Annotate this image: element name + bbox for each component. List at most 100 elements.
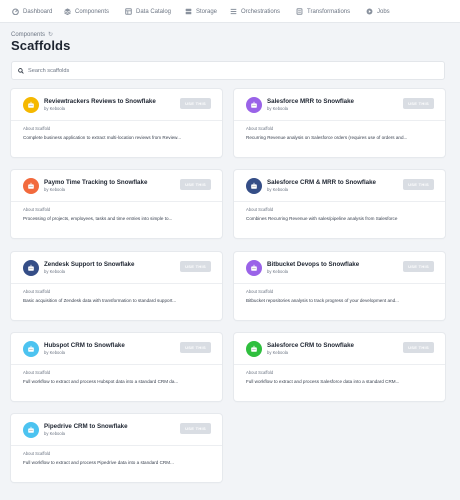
nav-item-transformations[interactable]: Transformations <box>296 0 350 23</box>
use-this-button[interactable]: USE THIS <box>403 98 434 109</box>
use-this-button[interactable]: USE THIS <box>403 342 434 353</box>
divider <box>11 201 222 202</box>
about-scaffold-label: About Scaffold <box>246 370 274 375</box>
use-this-button[interactable]: USE THIS <box>180 261 211 272</box>
scaffold-author: by Keboola <box>44 106 65 111</box>
nav-item-dashboard[interactable]: Dashboard <box>12 0 52 23</box>
dashboard-icon <box>12 8 19 15</box>
scaffold-description: Full workflow to extract and process Pip… <box>23 460 174 465</box>
scaffold-author: by Keboola <box>44 431 65 436</box>
scaffold-author: by Keboola <box>267 106 288 111</box>
robot-icon <box>28 345 34 352</box>
scaffold-logo <box>23 178 39 194</box>
robot-icon <box>28 264 34 271</box>
data-catalog-icon <box>125 8 132 15</box>
storage-icon <box>185 8 192 15</box>
scaffold-title: Salesforce MRR to Snowflake <box>267 98 354 105</box>
scaffold-description: Basic acquisition of Zendesk data with t… <box>23 298 177 303</box>
about-scaffold-label: About Scaffold <box>23 370 51 375</box>
scaffold-logo <box>246 341 262 357</box>
transformations-icon <box>296 8 303 15</box>
about-scaffold-label: About Scaffold <box>23 126 51 131</box>
refresh-icon[interactable]: ↻ <box>48 31 53 38</box>
scaffold-title: Bitbucket Devops to Snowflake <box>267 261 360 268</box>
scaffold-author: by Keboola <box>267 269 288 274</box>
scaffold-author: by Keboola <box>44 350 65 355</box>
scaffold-title: Reviewtrackers Reviews to Snowflake <box>44 98 156 105</box>
search-icon <box>18 67 24 74</box>
about-scaffold-label: About Scaffold <box>23 289 51 294</box>
top-navigation: Dashboard Components Data Catalog Storag… <box>0 0 460 23</box>
use-this-button[interactable]: USE THIS <box>180 98 211 109</box>
scaffold-card: Bitbucket Devops to Snowflake by Keboola… <box>234 252 445 320</box>
use-this-button[interactable]: USE THIS <box>180 179 211 190</box>
nav-item-components[interactable]: Components <box>64 0 109 23</box>
scaffold-author: by Keboola <box>44 269 65 274</box>
scaffold-title: Zendesk Support to Snowflake <box>44 261 135 268</box>
breadcrumb-link-components[interactable]: Components <box>11 32 45 38</box>
scaffold-logo <box>23 97 39 113</box>
scaffold-card: Salesforce CRM to Snowflake by Keboola U… <box>234 333 445 401</box>
nav-item-orchestrations[interactable]: Orchestrations <box>230 0 280 23</box>
scaffold-card: Salesforce MRR to Snowflake by Keboola U… <box>234 89 445 157</box>
about-scaffold-label: About Scaffold <box>246 289 274 294</box>
scaffold-logo <box>246 260 262 276</box>
scaffold-logo <box>23 341 39 357</box>
scaffold-author: by Keboola <box>267 350 288 355</box>
scaffold-card: Hubspot CRM to Snowflake by Keboola USE … <box>11 333 222 401</box>
scaffold-title: Hubspot CRM to Snowflake <box>44 342 125 349</box>
divider <box>11 120 222 121</box>
search-input[interactable] <box>28 67 428 74</box>
scaffold-card: Pipedrive CRM to Snowflake by Keboola US… <box>11 414 222 482</box>
scaffold-author: by Keboola <box>44 187 65 192</box>
robot-icon <box>28 182 34 189</box>
page-title: Scaffolds <box>11 38 71 53</box>
breadcrumb: Components ↻ <box>11 31 53 39</box>
scaffold-description: Full workflow to extract and process Sal… <box>246 379 400 384</box>
scaffold-logo <box>246 178 262 194</box>
scaffold-description: Complete business application to extract… <box>23 135 182 140</box>
scaffold-description: Full workflow to extract and process Hub… <box>23 379 179 384</box>
divider <box>234 120 445 121</box>
scaffold-title: Salesforce CRM to Snowflake <box>267 342 354 349</box>
about-scaffold-label: About Scaffold <box>23 451 51 456</box>
scaffold-logo <box>246 97 262 113</box>
scaffold-title: Salesforce CRM & MRR to Snowflake <box>267 179 376 186</box>
scaffold-title: Pipedrive CRM to Snowflake <box>44 423 128 430</box>
robot-icon <box>28 101 34 108</box>
nav-item-storage[interactable]: Storage <box>185 0 217 23</box>
divider <box>234 201 445 202</box>
robot-icon <box>251 101 257 108</box>
scaffold-logo <box>23 422 39 438</box>
about-scaffold-label: About Scaffold <box>23 207 51 212</box>
robot-icon <box>251 182 257 189</box>
use-this-button[interactable]: USE THIS <box>180 423 211 434</box>
scaffold-description: Bitbucket repositories analysis to track… <box>246 298 399 303</box>
orchestrations-icon <box>230 8 237 15</box>
components-icon <box>64 8 71 15</box>
scaffold-title: Paymo Time Tracking to Snowflake <box>44 179 148 186</box>
divider <box>234 283 445 284</box>
robot-icon <box>28 426 34 433</box>
use-this-button[interactable]: USE THIS <box>403 179 434 190</box>
scaffold-card: Zendesk Support to Snowflake by Keboola … <box>11 252 222 320</box>
scaffold-description: Combines Recurring Revenue with sales/pi… <box>246 216 398 221</box>
scaffold-card: Salesforce CRM & MRR to Snowflake by Keb… <box>234 170 445 238</box>
divider <box>11 445 222 446</box>
scaffold-description: Recurring Revenue analysis on Salesforce… <box>246 135 408 140</box>
about-scaffold-label: About Scaffold <box>246 207 274 212</box>
divider <box>11 283 222 284</box>
divider <box>11 364 222 365</box>
jobs-icon <box>366 8 373 15</box>
use-this-button[interactable]: USE THIS <box>180 342 211 353</box>
nav-item-data-catalog[interactable]: Data Catalog <box>125 0 171 23</box>
use-this-button[interactable]: USE THIS <box>403 261 434 272</box>
robot-icon <box>251 264 257 271</box>
scaffold-card: Reviewtrackers Reviews to Snowflake by K… <box>11 89 222 157</box>
nav-item-jobs[interactable]: Jobs <box>366 0 390 23</box>
scaffold-description: Processing of projects, employees, tasks… <box>23 216 173 221</box>
robot-icon <box>251 345 257 352</box>
scaffold-card: Paymo Time Tracking to Snowflake by Kebo… <box>11 170 222 238</box>
about-scaffold-label: About Scaffold <box>246 126 274 131</box>
search-bar <box>11 61 445 80</box>
